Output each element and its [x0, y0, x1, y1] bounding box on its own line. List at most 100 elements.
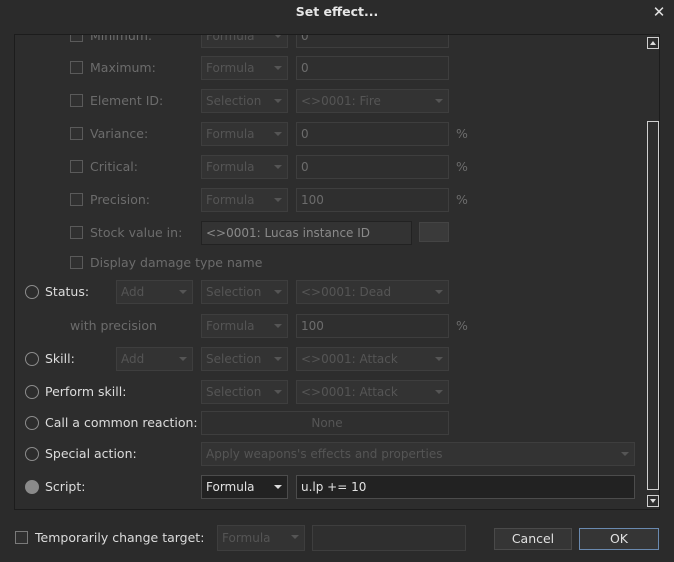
maximum-checkbox[interactable] [70, 61, 83, 74]
critical-checkbox[interactable] [70, 160, 83, 173]
stock-value-checkbox[interactable] [70, 226, 83, 239]
chevron-down-icon [274, 132, 282, 136]
status-radio[interactable] [25, 285, 39, 299]
skill-type-select[interactable]: Selection [201, 347, 288, 371]
element-id-value: <>0001: Fire [301, 94, 381, 108]
minimum-type-value: Formula [206, 34, 255, 43]
window-title: Set effect... [295, 4, 379, 19]
chevron-down-icon [274, 198, 282, 202]
special-action-value: Apply weapons's effects and properties [206, 447, 443, 461]
chevron-down-icon [274, 357, 282, 361]
chevron-down-icon [435, 390, 443, 394]
script-input[interactable]: u.lp += 10 [296, 475, 635, 499]
chevron-down-icon [274, 35, 282, 38]
special-action-radio[interactable] [25, 447, 39, 461]
element-id-type-value: Selection [206, 94, 262, 108]
status-precision-type-value: Formula [206, 319, 255, 333]
perform-skill-label: Perform skill: [45, 384, 127, 399]
element-id-row: Element ID: Selection <>0001: Fire [15, 88, 647, 114]
special-action-select[interactable]: Apply weapons's effects and properties [201, 442, 635, 466]
common-reaction-radio[interactable] [25, 416, 39, 430]
precision-checkbox[interactable] [70, 193, 83, 206]
skill-row: Skill: Add Selection <>0001: Attack [15, 346, 647, 372]
chevron-down-icon [179, 357, 187, 361]
critical-label: Critical: [90, 159, 138, 174]
critical-input[interactable]: 0 [296, 155, 449, 179]
temp-change-target-checkbox[interactable] [15, 531, 28, 544]
element-id-select[interactable]: <>0001: Fire [296, 89, 449, 113]
scroll-content: Minimum: Formula 0 Maximum: Formula 0 El… [15, 35, 647, 509]
status-select[interactable]: <>0001: Dead [296, 280, 449, 304]
script-type-value: Formula [206, 480, 255, 494]
maximum-type-value: Formula [206, 61, 255, 75]
script-label: Script: [45, 479, 86, 494]
critical-type-select[interactable]: Formula [201, 155, 288, 179]
precision-row: Precision: Formula 100 % [15, 187, 647, 213]
chevron-down-icon [291, 535, 299, 539]
status-precision-input[interactable]: 100 [296, 314, 449, 338]
scroll-up-icon[interactable] [647, 37, 659, 49]
minimum-input[interactable]: 0 [296, 35, 449, 48]
status-precision-label: with precision [70, 318, 157, 333]
variance-type-select[interactable]: Formula [201, 122, 288, 146]
scrollbar-thumb[interactable] [647, 121, 659, 490]
scroll-down-icon[interactable] [647, 495, 659, 507]
element-id-type-select[interactable]: Selection [201, 89, 288, 113]
temp-change-target-input[interactable] [312, 525, 466, 551]
ok-button[interactable]: OK [579, 528, 659, 550]
chevron-down-icon [274, 485, 282, 489]
critical-row: Critical: Formula 0 % [15, 154, 647, 180]
minimum-checkbox[interactable] [70, 35, 83, 42]
variance-checkbox[interactable] [70, 127, 83, 140]
vertical-scrollbar[interactable] [647, 35, 659, 509]
maximum-type-select[interactable]: Formula [201, 56, 288, 80]
effect-options-panel: Minimum: Formula 0 Maximum: Formula 0 El… [14, 34, 660, 510]
chevron-down-icon [274, 66, 282, 70]
skill-operation-select[interactable]: Add [116, 347, 193, 371]
display-damage-label: Display damage type name [90, 255, 263, 270]
status-operation-select[interactable]: Add [116, 280, 193, 304]
common-reaction-label: Call a common reaction: [45, 415, 198, 430]
display-damage-row: Display damage type name [15, 250, 647, 276]
chevron-down-icon [179, 290, 187, 294]
element-id-checkbox[interactable] [70, 94, 83, 107]
minimum-label: Minimum: [90, 34, 153, 43]
chevron-down-icon [435, 357, 443, 361]
close-icon[interactable]: ✕ [650, 3, 668, 21]
perform-skill-type-select[interactable]: Selection [201, 380, 288, 404]
cancel-button[interactable]: Cancel [494, 528, 572, 550]
display-damage-checkbox[interactable] [70, 256, 83, 269]
temp-change-target-type-select[interactable]: Formula [217, 525, 305, 551]
script-type-select[interactable]: Formula [201, 475, 288, 499]
stock-value-browse-button[interactable] [419, 222, 449, 242]
precision-type-select[interactable]: Formula [201, 188, 288, 212]
precision-input[interactable]: 100 [296, 188, 449, 212]
skill-radio[interactable] [25, 352, 39, 366]
status-type-select[interactable]: Selection [201, 280, 288, 304]
chevron-down-icon [274, 390, 282, 394]
perform-skill-radio[interactable] [25, 385, 39, 399]
variance-percent: % [456, 126, 468, 141]
variance-label: Variance: [90, 126, 149, 141]
chevron-down-icon [435, 99, 443, 103]
script-radio[interactable] [25, 480, 39, 494]
skill-operation-value: Add [121, 352, 145, 366]
stock-value-field: <>0001: Lucas instance ID [201, 221, 412, 245]
maximum-input[interactable]: 0 [296, 56, 449, 80]
perform-skill-select[interactable]: <>0001: Attack [296, 380, 449, 404]
status-type-value: Selection [206, 285, 262, 299]
variance-row: Variance: Formula 0 % [15, 121, 647, 147]
dialog-footer: Temporarily change target: Formula Cance… [0, 520, 674, 556]
chevron-down-icon [274, 99, 282, 103]
status-label: Status: [45, 284, 90, 299]
perform-skill-value: <>0001: Attack [301, 385, 398, 399]
status-operation-value: Add [121, 285, 145, 299]
element-id-label: Element ID: [90, 93, 164, 108]
skill-select[interactable]: <>0001: Attack [296, 347, 449, 371]
variance-input[interactable]: 0 [296, 122, 449, 146]
status-precision-type-select[interactable]: Formula [201, 314, 288, 338]
status-precision-row: with precision Formula 100 % [15, 313, 647, 339]
maximum-label: Maximum: [90, 60, 156, 75]
common-reaction-button[interactable]: None [201, 411, 449, 435]
minimum-type-select[interactable]: Formula [201, 34, 288, 48]
